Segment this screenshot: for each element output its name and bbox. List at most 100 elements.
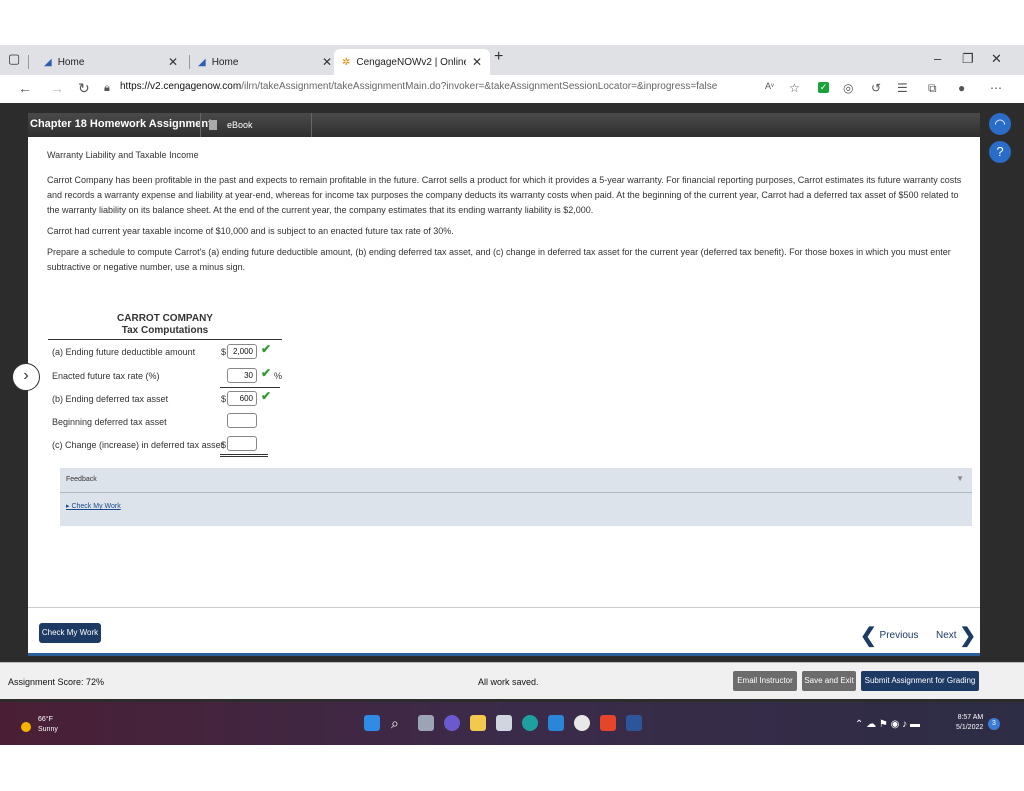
favorites-list-icon[interactable]: ☰	[897, 81, 908, 95]
clock[interactable]: 8:57 AM 5/1/2022	[956, 713, 983, 733]
close-tab-icon[interactable]: ✕	[472, 55, 482, 69]
check-my-work-link[interactable]: ▸ Check My Work	[66, 502, 121, 510]
minimize-icon[interactable]: –	[934, 51, 941, 66]
input-ending-deferred-tax-asset[interactable]: 600	[227, 391, 257, 406]
input-tax-rate[interactable]: 30	[227, 368, 257, 383]
headset-support-icon[interactable]: ◠	[989, 113, 1011, 135]
temperature: 66°F	[38, 716, 53, 723]
assignment-title: Chapter 18 Homework Assignment	[30, 118, 212, 130]
url-field[interactable]: https://v2.cengagenow.com/ilrn/takeAssig…	[120, 81, 717, 92]
read-aloud-icon[interactable]: Aᵛ	[765, 81, 774, 91]
accent-bar	[28, 653, 980, 656]
chevron-right-icon: ❯	[959, 625, 977, 647]
tab-label: CengageNOWv2 | Online teachir	[356, 56, 467, 68]
refresh-icon[interactable]: ↻	[78, 80, 90, 97]
assignment-header: Chapter 18 Homework Assignment eBook	[28, 113, 980, 137]
assignment-status-bar: Assignment Score: 72% All work saved. Em…	[0, 662, 1024, 699]
ebook-tab[interactable]: eBook	[200, 113, 312, 137]
previous-button[interactable]: ❮ Previous	[860, 623, 918, 648]
word-icon[interactable]	[626, 715, 642, 731]
input-change-deferred-tax-asset[interactable]	[227, 436, 257, 451]
email-instructor-button[interactable]: Email Instructor	[733, 671, 797, 691]
restore-icon[interactable]: ❐	[962, 51, 974, 67]
schedule-title: CARROT COMPANY Tax Computations	[100, 313, 230, 337]
url-host: https://v2.cengagenow.com	[120, 81, 242, 92]
ebook-icon	[209, 120, 217, 130]
task-view-icon[interactable]	[418, 715, 434, 731]
schedule-top-rule	[48, 339, 282, 340]
url-path: /ilrn/takeAssignment/takeAssignmentMain.…	[241, 81, 718, 92]
more-menu-icon[interactable]: ⋯	[990, 81, 1002, 95]
help-icon[interactable]: ?	[989, 141, 1011, 163]
expand-panel-chevron-icon[interactable]: ›	[12, 363, 40, 391]
time: 8:57 AM	[957, 714, 984, 721]
back-icon[interactable]: ←	[18, 80, 32, 96]
dollar-sign: $	[221, 347, 227, 357]
tab-label: Home	[57, 56, 85, 68]
save-status: All work saved.	[478, 677, 539, 687]
tab-label: Home	[211, 56, 239, 68]
chrome-icon[interactable]	[574, 715, 590, 731]
problem-content: Warranty Liability and Taxable Income Ca…	[47, 148, 972, 281]
row-label-b: (b) Ending deferred tax asset	[52, 394, 169, 404]
weather-widget[interactable]: 66°F Sunny	[38, 715, 58, 735]
extension-icon[interactable]: ◎	[843, 81, 853, 95]
problem-paragraph-2: Carrot had current year taxable income o…	[47, 226, 454, 236]
extension-check-icon[interactable]: ✓	[818, 82, 829, 93]
sun-icon[interactable]	[21, 722, 31, 732]
lock-icon[interactable]: 🔒︎	[104, 82, 110, 95]
system-tray-icons[interactable]: ⌃ ☁ ⚑ ◉ ♪ ▬	[855, 719, 920, 730]
cengage-favicon-icon: ✲	[342, 56, 351, 68]
windows-taskbar: 66°F Sunny ⌕ ⌃ ☁ ⚑ ◉ ♪ ▬ 8:57 AM 5/1/202…	[0, 702, 1024, 745]
dollar-sign: $	[221, 394, 227, 404]
tab-home-1[interactable]: ◢ Home ✕	[36, 49, 186, 75]
weather-condition: Sunny	[38, 726, 58, 733]
office-icon[interactable]	[600, 715, 616, 731]
browser-tab-bar: ▢ ◢ Home ✕ ◢ Home ✕ ✲ CengageNOWv2 | Onl…	[0, 45, 1024, 75]
close-window-icon[interactable]: ✕	[991, 51, 1002, 67]
chevron-left-icon: ❮	[860, 625, 877, 647]
row-label-c: (c) Change (increase) in deferred tax as…	[52, 440, 224, 450]
ebook-label: eBook	[227, 120, 253, 130]
total-rule-1	[220, 454, 268, 455]
calculator-icon[interactable]	[496, 715, 512, 731]
save-and-exit-button[interactable]: Save and Exit	[802, 671, 856, 691]
forward-icon[interactable]: →	[50, 80, 64, 96]
edge-browser-icon[interactable]	[522, 715, 538, 731]
subtotal-rule	[220, 387, 280, 388]
row-label-a: (a) Ending future deductible amount	[52, 347, 196, 357]
problem-paragraph-1: Carrot Company has been profitable in th…	[47, 175, 962, 215]
tab-actions-icon[interactable]: ▢	[8, 51, 20, 67]
favorite-star-icon[interactable]: ☆	[789, 81, 800, 95]
collections-icon[interactable]: ⧉	[928, 81, 937, 96]
mail-icon[interactable]	[548, 715, 564, 731]
check-my-work-button[interactable]: Check My Work	[39, 623, 101, 643]
profile-icon[interactable]: ●	[958, 81, 965, 95]
collapse-caret-icon[interactable]: ▼	[956, 474, 964, 483]
assignment-score: Assignment Score: 72%	[8, 677, 105, 687]
chat-icon[interactable]	[444, 715, 460, 731]
sync-icon[interactable]: ↺	[871, 81, 881, 95]
problem-heading: Warranty Liability and Taxable Income	[47, 150, 199, 160]
input-beginning-deferred-tax-asset[interactable]	[227, 413, 257, 428]
total-rule-2	[220, 456, 268, 457]
home-favicon-icon: ◢	[198, 56, 206, 68]
feedback-label: Feedback	[66, 476, 97, 483]
close-tab-icon[interactable]: ✕	[322, 55, 332, 69]
close-tab-icon[interactable]: ✕	[168, 55, 178, 69]
home-favicon-icon: ◢	[44, 56, 52, 68]
file-explorer-icon[interactable]	[470, 715, 486, 731]
next-label: Next	[936, 630, 957, 642]
row-label-beginning: Beginning deferred tax asset	[52, 417, 167, 427]
input-ending-future-deductible[interactable]: 2,000	[227, 344, 257, 359]
tab-home-2[interactable]: ◢ Home ✕	[190, 49, 340, 75]
new-tab-icon[interactable]: +	[494, 48, 503, 66]
notification-badge[interactable]: 3	[988, 718, 1000, 730]
tab-cengage[interactable]: ✲ CengageNOWv2 | Online teachir ✕	[334, 49, 490, 75]
date: 5/1/2022	[956, 724, 984, 731]
windows-start-icon[interactable]	[364, 715, 380, 731]
search-icon[interactable]: ⌕	[391, 715, 407, 731]
next-button[interactable]: Next ❯	[936, 623, 976, 648]
company-name: CARROT COMPANY	[117, 313, 213, 324]
submit-assignment-button[interactable]: Submit Assignment for Grading	[861, 671, 979, 691]
